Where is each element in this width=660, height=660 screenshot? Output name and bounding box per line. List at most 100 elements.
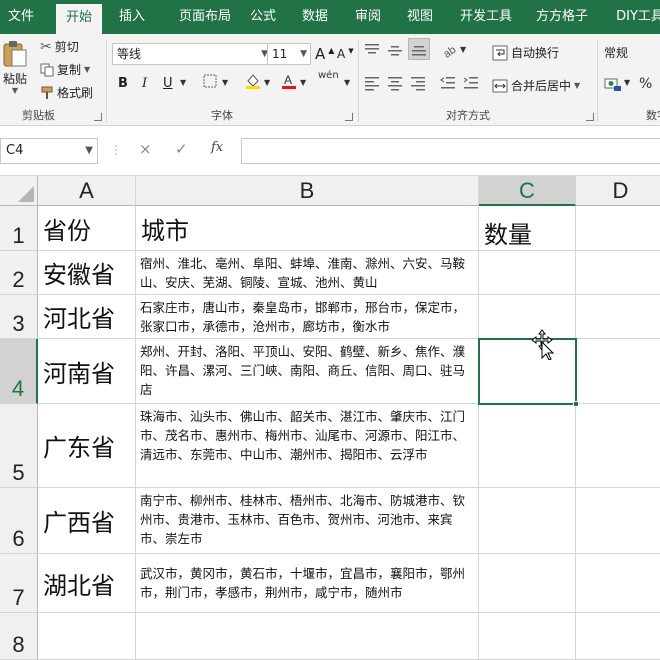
cell-d2[interactable] [576, 251, 660, 295]
cell-c2[interactable] [479, 251, 576, 295]
cell-a3[interactable]: 河北省 [38, 295, 136, 339]
cell-a4[interactable]: 河南省 [38, 339, 136, 404]
orientation-icon[interactable]: ab [441, 41, 460, 63]
enter-icon[interactable]: ✓ [175, 140, 188, 158]
font-size-select[interactable]: 11 ▼ [267, 43, 311, 65]
tab-insert[interactable]: 插入 [110, 0, 154, 34]
cell-d8[interactable] [576, 613, 660, 660]
cell-c6[interactable] [479, 488, 576, 554]
cell-d3[interactable] [576, 295, 660, 339]
align-top-icon[interactable] [364, 42, 380, 62]
align-right-icon[interactable] [410, 75, 426, 95]
cell-c7[interactable] [479, 554, 576, 613]
cell-c8[interactable] [479, 613, 576, 660]
formula-input[interactable] [241, 138, 660, 164]
copy-dropdown-icon[interactable]: ▼ [84, 65, 90, 74]
align-bottom-icon[interactable] [408, 38, 430, 60]
cell-c1[interactable]: 数量 [479, 206, 576, 251]
cell-d1[interactable] [576, 206, 660, 251]
tab-view[interactable]: 视图 [400, 0, 440, 34]
cell-a8[interactable] [38, 613, 136, 660]
phonetic-guide-button[interactable]: wén [318, 71, 339, 81]
tab-formulas[interactable]: 公式 [244, 0, 282, 34]
format-painter-button[interactable]: 格式刷 [40, 84, 93, 101]
align-center-icon[interactable] [387, 75, 403, 95]
cell-a7[interactable]: 湖北省 [38, 554, 136, 613]
more-options-icon[interactable]: ⋮ [110, 143, 122, 157]
cell-b3[interactable]: 石家庄市，唐山市，秦皇岛市，邯郸市，邢台市，保定市，张家口市，承德市，沧州市，廊… [136, 295, 479, 339]
cut-button[interactable]: ✂ 剪切 [40, 38, 79, 55]
decrease-indent-icon[interactable] [440, 75, 456, 95]
wrap-text-button[interactable]: 自动换行 [492, 44, 559, 61]
borders-dropdown-icon[interactable]: ▼ [222, 78, 228, 87]
cell-b4[interactable]: 郑州、开封、洛阳、平顶山、安阳、鹤壁、新乡、焦作、濮阳、许昌、漯河、三门峡、南阳… [136, 339, 479, 404]
italic-button[interactable]: I [142, 76, 147, 91]
cell-c5[interactable] [479, 404, 576, 488]
tab-fangfang[interactable]: 方方格子 [531, 0, 593, 34]
underline-button[interactable]: U [163, 76, 173, 91]
row-header-2[interactable]: 2 [0, 251, 38, 295]
fill-handle[interactable] [573, 401, 579, 407]
phonetic-dropdown-icon[interactable]: ▼ [344, 78, 350, 87]
cell-b7[interactable]: 武汉市，黄冈市，黄石市，十堰市，宜昌市，襄阳市，鄂州市，荆门市，孝感市，荆州市，… [136, 554, 479, 613]
merge-dropdown-icon[interactable]: ▼ [574, 81, 580, 90]
cell-d7[interactable] [576, 554, 660, 613]
font-family-select[interactable]: 等线 ▼ [112, 43, 272, 65]
number-format-select[interactable]: 常规 [600, 43, 660, 65]
cell-b1[interactable]: 城市 [136, 206, 479, 251]
insert-function-icon[interactable]: fx [211, 140, 223, 155]
tab-diy-tools[interactable]: DIY工具 [610, 0, 660, 34]
decrease-font-button[interactable]: A ▼ [337, 47, 354, 61]
paste-dropdown-icon[interactable]: ▼ [12, 86, 18, 95]
percent-button[interactable]: % [639, 76, 652, 92]
row-header-8[interactable]: 8 [0, 613, 38, 660]
cell-d6[interactable] [576, 488, 660, 554]
fill-color-dropdown-icon[interactable]: ▼ [264, 78, 270, 87]
underline-dropdown-icon[interactable]: ▼ [180, 78, 186, 87]
paste-button[interactable]: 粘贴 ▼ [2, 40, 28, 95]
merge-center-button[interactable]: 合并后居中 ▼ [492, 77, 580, 94]
tab-developer[interactable]: 开发工具 [455, 0, 517, 34]
font-color-icon[interactable]: A [280, 72, 298, 94]
row-header-6[interactable]: 6 [0, 488, 38, 554]
increase-indent-icon[interactable] [463, 75, 479, 95]
column-header-a[interactable]: A [38, 176, 136, 206]
cell-a1[interactable]: 省份 [38, 206, 136, 251]
tab-review[interactable]: 审阅 [348, 0, 388, 34]
select-all-corner[interactable] [0, 176, 38, 206]
alignment-launcher-icon[interactable] [586, 113, 594, 121]
row-header-1[interactable]: 1 [0, 206, 38, 251]
tab-file[interactable]: 文件 [0, 0, 42, 34]
tab-home[interactable]: 开始 [56, 4, 102, 34]
accounting-dropdown-icon[interactable]: ▼ [624, 78, 630, 87]
accounting-format-icon[interactable] [604, 76, 622, 96]
row-header-4[interactable]: 4 [0, 339, 38, 404]
cell-d5[interactable] [576, 404, 660, 488]
row-header-7[interactable]: 7 [0, 554, 38, 613]
cell-c3[interactable] [479, 295, 576, 339]
align-middle-icon[interactable] [387, 42, 403, 62]
cell-b2[interactable]: 宿州、淮北、亳州、阜阳、蚌埠、淮南、滁州、六安、马鞍山、安庆、芜湖、铜陵、宣城、… [136, 251, 479, 295]
row-header-3[interactable]: 3 [0, 295, 38, 339]
bold-button[interactable]: B [118, 76, 128, 91]
cancel-icon[interactable]: × [139, 140, 152, 158]
font-launcher-icon[interactable] [345, 113, 353, 121]
row-header-5[interactable]: 5 [0, 404, 38, 488]
cell-b5[interactable]: 珠海市、汕头市、佛山市、韶关市、湛江市、肇庆市、江门市、茂名市、惠州市、梅州市、… [136, 404, 479, 488]
column-header-c[interactable]: C [479, 176, 576, 206]
cell-b6[interactable]: 南宁市、柳州市、桂林市、梧州市、北海市、防城港市、钦州市、贵港市、玉林市、百色市… [136, 488, 479, 554]
cell-b8[interactable] [136, 613, 479, 660]
increase-font-button[interactable]: A ▲ [315, 45, 334, 63]
copy-button[interactable]: 复制 ▼ [40, 61, 90, 78]
column-header-b[interactable]: B [136, 176, 479, 206]
orientation-dropdown-icon[interactable]: ▼ [460, 45, 466, 54]
clipboard-launcher-icon[interactable] [94, 113, 102, 121]
cell-a5[interactable]: 广东省 [38, 404, 136, 488]
tab-page-layout[interactable]: 页面布局 [165, 0, 245, 34]
cell-a6[interactable]: 广西省 [38, 488, 136, 554]
fill-color-icon[interactable] [244, 72, 262, 94]
font-color-dropdown-icon[interactable]: ▼ [300, 78, 306, 87]
cell-d4[interactable] [576, 339, 660, 404]
borders-icon[interactable] [203, 74, 217, 92]
align-left-icon[interactable] [364, 75, 380, 95]
